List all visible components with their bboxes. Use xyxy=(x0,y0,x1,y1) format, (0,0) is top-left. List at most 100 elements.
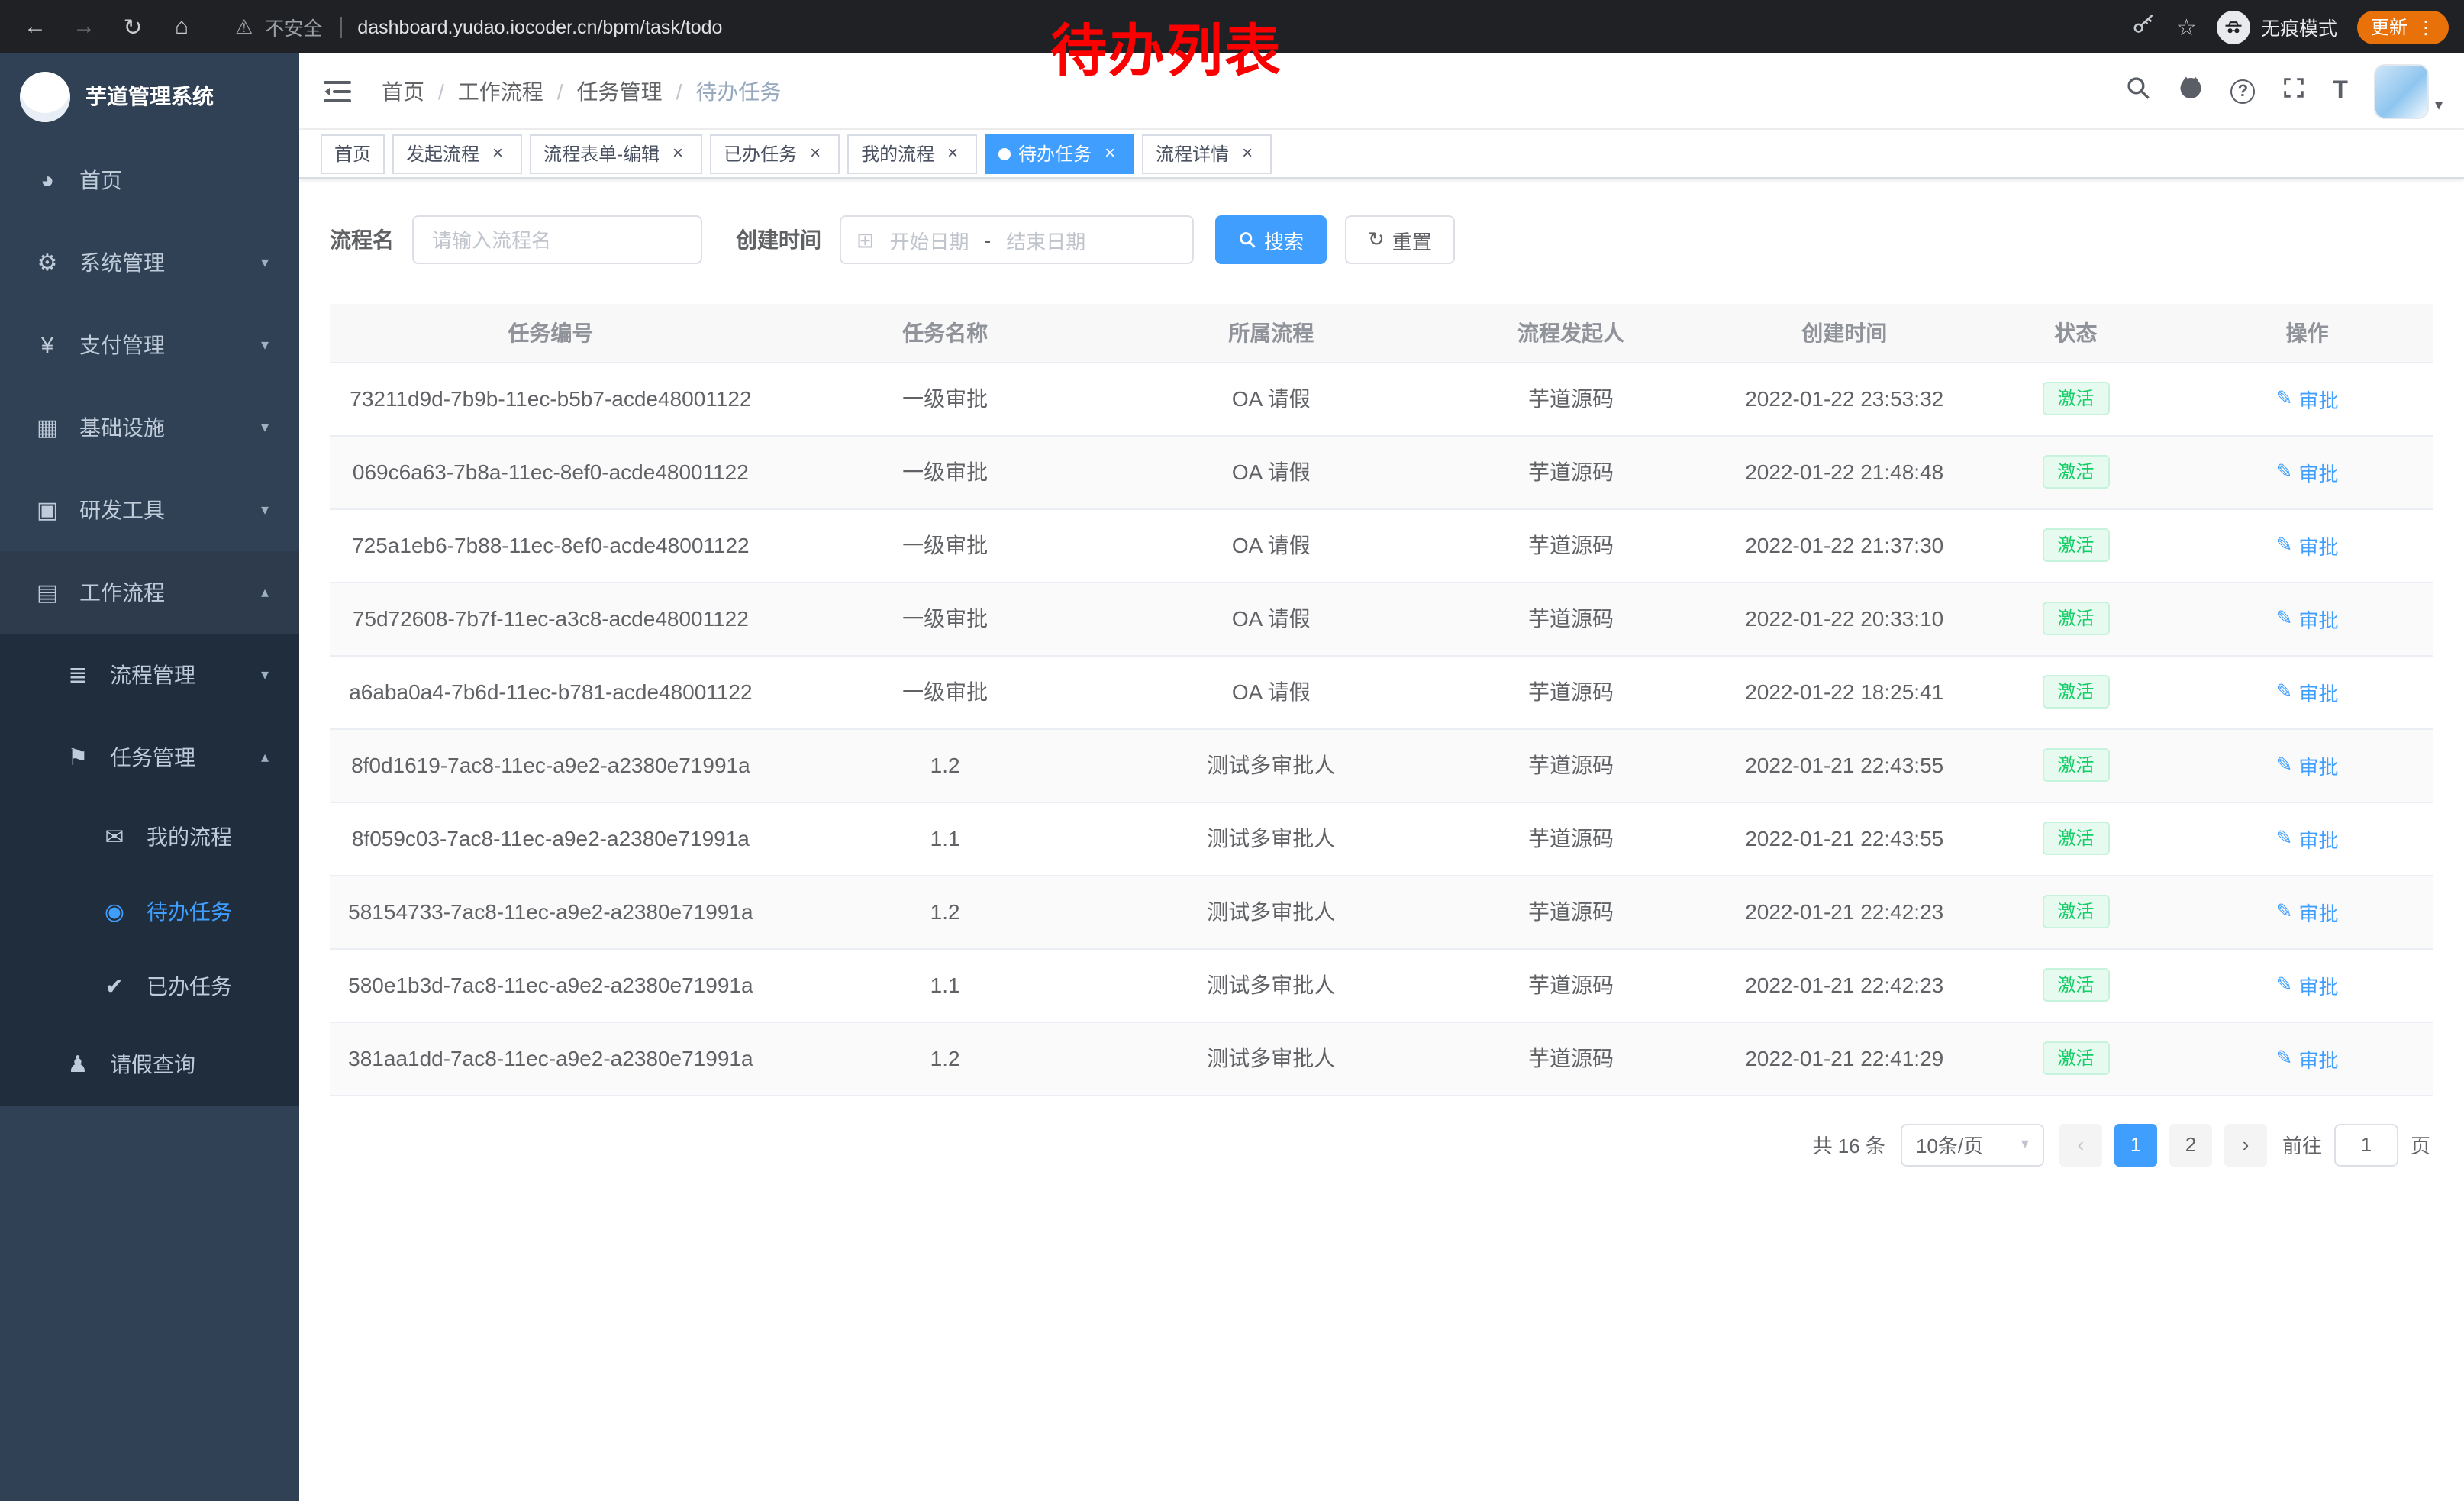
approve-link[interactable]: ✎审批 xyxy=(2276,824,2339,853)
status-badge: 激活 xyxy=(2042,895,2109,928)
search-icon[interactable] xyxy=(2125,74,2151,108)
goto-page-input[interactable] xyxy=(2334,1123,2398,1166)
page-button[interactable]: 1 xyxy=(2114,1123,2157,1166)
sidebar-item-process-mgmt[interactable]: ≣流程管理▾ xyxy=(0,634,299,716)
update-button[interactable]: 更新 ⋮ xyxy=(2357,10,2449,44)
process-cell: OA 请假 xyxy=(1118,362,1424,435)
task-id-cell: 75d72608-7b7f-11ec-a3c8-acde48001122 xyxy=(330,582,772,655)
sidebar-item-todo-task[interactable]: ◉待办任务 xyxy=(0,873,299,948)
sidebar-item-devtools[interactable]: ▣研发工具▾ xyxy=(0,469,299,551)
approve-link[interactable]: ✎审批 xyxy=(2276,970,2339,999)
status-badge: 激活 xyxy=(2042,748,2109,782)
reload-icon[interactable]: ↻ xyxy=(113,7,153,47)
tab-item[interactable]: 已办任务× xyxy=(710,134,840,173)
prev-page-button[interactable]: ‹ xyxy=(2059,1123,2102,1166)
edit-icon: ✎ xyxy=(2276,460,2293,484)
fullscreen-icon[interactable] xyxy=(2281,74,2307,108)
column-header: 流程发起人 xyxy=(1424,304,1718,362)
approve-link[interactable]: ✎审批 xyxy=(2276,677,2339,706)
approve-link[interactable]: ✎审批 xyxy=(2276,457,2339,486)
address-bar[interactable]: ⚠ 不安全 dashboard.yudao.iocoder.cn/bpm/tas… xyxy=(235,12,722,41)
sidebar-item-infra[interactable]: ▦基础设施▾ xyxy=(0,386,299,469)
breadcrumb-item[interactable]: 首页 xyxy=(382,76,424,106)
url-text[interactable]: dashboard.yudao.iocoder.cn/bpm/task/todo xyxy=(340,16,722,37)
status-cell: 激活 xyxy=(1971,728,2182,802)
app-logo-row[interactable]: 芋道管理系统 xyxy=(0,53,299,139)
user-icon: ♟ xyxy=(61,1051,95,1078)
close-icon[interactable]: × xyxy=(805,143,826,164)
close-icon[interactable]: × xyxy=(1099,143,1121,164)
hamburger-icon[interactable] xyxy=(324,79,351,103)
warning-icon: ⚠ xyxy=(235,15,253,39)
task-id-cell: 8f059c03-7ac8-11ec-a9e2-a2380e71991a xyxy=(330,802,772,875)
status-badge: 激活 xyxy=(2042,675,2109,709)
sidebar-item-done-task[interactable]: ✔已办任务 xyxy=(0,948,299,1023)
user-menu[interactable]: ▾ xyxy=(2374,63,2443,118)
approve-link[interactable]: ✎审批 xyxy=(2276,384,2339,413)
start-date-placeholder[interactable]: 开始日期 xyxy=(889,225,969,254)
sidebar-item-task-mgmt[interactable]: ⚑任务管理▴ xyxy=(0,716,299,799)
page-button[interactable]: 2 xyxy=(2169,1123,2212,1166)
tab-item[interactable]: 待办任务× xyxy=(985,134,1134,173)
gear-icon: ⚙ xyxy=(31,249,64,276)
chevron-down-icon: ▾ xyxy=(261,254,269,271)
approve-link[interactable]: ✎审批 xyxy=(2276,897,2339,926)
home-icon[interactable]: ⌂ xyxy=(162,7,202,47)
font-size-icon[interactable]: T xyxy=(2333,77,2348,105)
sidebar-item-label: 任务管理 xyxy=(110,742,195,773)
close-icon[interactable]: × xyxy=(487,143,508,164)
sidebar-item-leave-query[interactable]: ♟请假查询 xyxy=(0,1023,299,1106)
back-icon[interactable]: ← xyxy=(15,7,55,47)
task-name-cell: 1.1 xyxy=(772,802,1119,875)
sidebar-item-home[interactable]: ◕首页 xyxy=(0,139,299,221)
page-size-select[interactable]: 10条/页 ▾ xyxy=(1901,1123,2044,1166)
star-icon[interactable]: ☆ xyxy=(2176,13,2197,40)
key-icon[interactable] xyxy=(2130,10,2156,44)
status-cell: 激活 xyxy=(1971,435,2182,508)
task-id-cell: 58154733-7ac8-11ec-a9e2-a2380e71991a xyxy=(330,875,772,948)
process-name-label: 流程名 xyxy=(330,224,394,255)
approve-link-label: 审批 xyxy=(2298,384,2338,413)
end-date-placeholder[interactable]: 结束日期 xyxy=(1006,225,1085,254)
close-icon[interactable]: × xyxy=(667,143,689,164)
breadcrumb-item[interactable]: 任务管理 xyxy=(577,76,663,106)
table-row: 75d72608-7b7f-11ec-a3c8-acde48001122一级审批… xyxy=(330,582,2433,655)
app-logo xyxy=(20,71,70,121)
sidebar-item-label: 我的流程 xyxy=(147,821,232,851)
sidebar-item-system[interactable]: ⚙系统管理▾ xyxy=(0,221,299,304)
create-time-cell: 2022-01-21 22:42:23 xyxy=(1718,875,1971,948)
column-header: 状态 xyxy=(1971,304,2182,362)
search-button-label: 搜索 xyxy=(1264,225,1304,254)
tab-item[interactable]: 我的流程× xyxy=(847,134,977,173)
approve-link[interactable]: ✎审批 xyxy=(2276,750,2339,780)
next-page-button[interactable]: › xyxy=(2224,1123,2267,1166)
create-time-cell: 2022-01-22 18:25:41 xyxy=(1718,655,1971,728)
tab-item[interactable]: 发起流程× xyxy=(392,134,522,173)
yen-icon: ¥ xyxy=(31,332,64,358)
close-icon[interactable]: × xyxy=(1237,143,1258,164)
page-content: 流程名 创建时间 ⊞ 开始日期 - 结束日期 搜索 xyxy=(299,179,2464,1501)
tab-item[interactable]: 流程表单-编辑× xyxy=(530,134,702,173)
approve-link-label: 审批 xyxy=(2298,457,2338,486)
help-icon[interactable]: ? xyxy=(2230,79,2255,103)
sidebar-menu: ◕首页⚙系统管理▾¥支付管理▾▦基础设施▾▣研发工具▾▤工作流程▴≣流程管理▾⚑… xyxy=(0,139,299,1106)
tab-item[interactable]: 流程详情× xyxy=(1142,134,1272,173)
search-button[interactable]: 搜索 xyxy=(1215,215,1327,264)
breadcrumb-item[interactable]: 工作流程 xyxy=(458,76,543,106)
github-icon[interactable] xyxy=(2177,73,2204,108)
tab-item[interactable]: 首页 xyxy=(321,134,385,173)
reset-button[interactable]: ↻ 重置 xyxy=(1345,215,1455,264)
status-cell: 激活 xyxy=(1971,802,2182,875)
close-icon[interactable]: × xyxy=(942,143,963,164)
forward-icon[interactable]: → xyxy=(64,7,104,47)
kebab-menu-icon[interactable]: ⋮ xyxy=(2417,16,2435,37)
date-range-picker[interactable]: ⊞ 开始日期 - 结束日期 xyxy=(840,215,1194,264)
approve-link[interactable]: ✎审批 xyxy=(2276,1044,2339,1073)
avatar[interactable] xyxy=(2374,63,2429,118)
sidebar-item-payment[interactable]: ¥支付管理▾ xyxy=(0,304,299,386)
approve-link[interactable]: ✎审批 xyxy=(2276,604,2339,633)
sidebar-item-workflow[interactable]: ▤工作流程▴ xyxy=(0,551,299,634)
approve-link[interactable]: ✎审批 xyxy=(2276,531,2339,560)
process-name-input[interactable] xyxy=(412,215,702,264)
sidebar-item-my-process[interactable]: ✉我的流程 xyxy=(0,799,299,873)
